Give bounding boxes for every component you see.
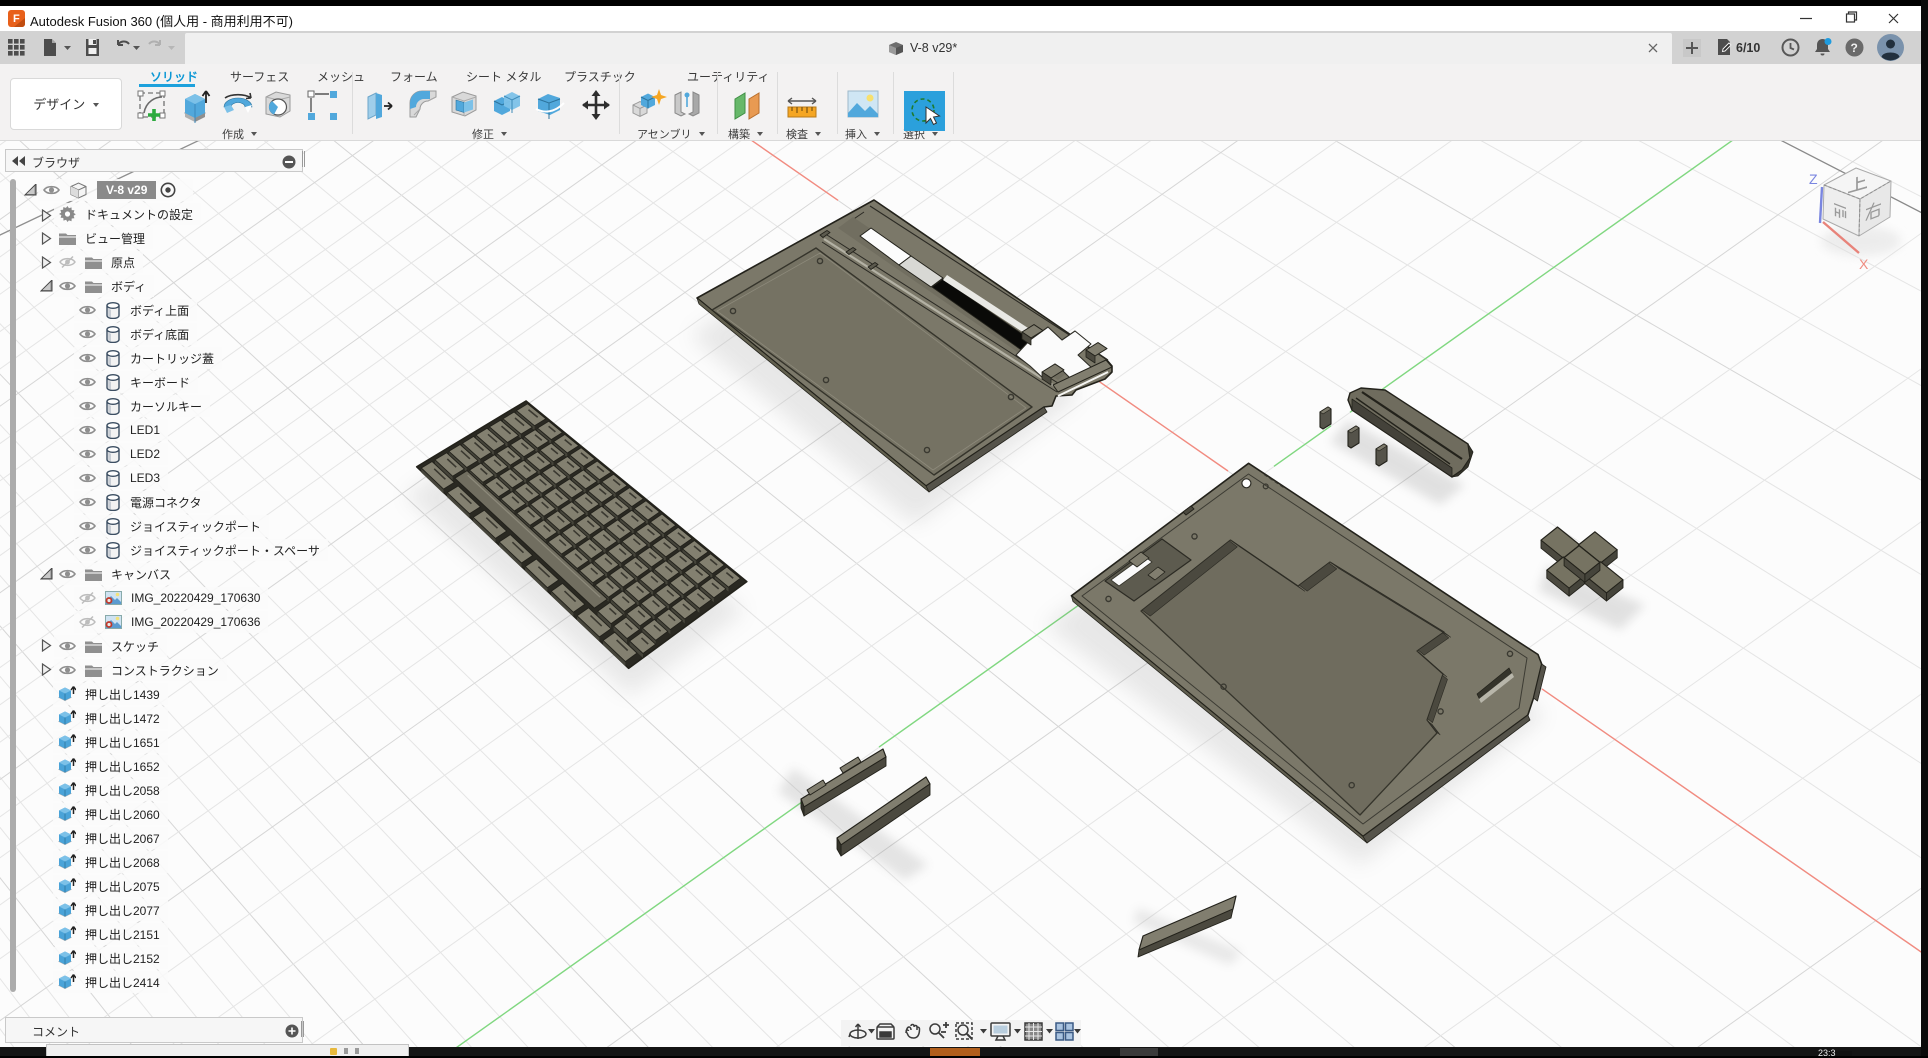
svg-text:X: X <box>1859 256 1869 272</box>
svg-text:F: F <box>13 13 20 25</box>
svg-text:?: ? <box>1851 41 1858 55</box>
svg-text:Z: Z <box>1809 171 1818 187</box>
